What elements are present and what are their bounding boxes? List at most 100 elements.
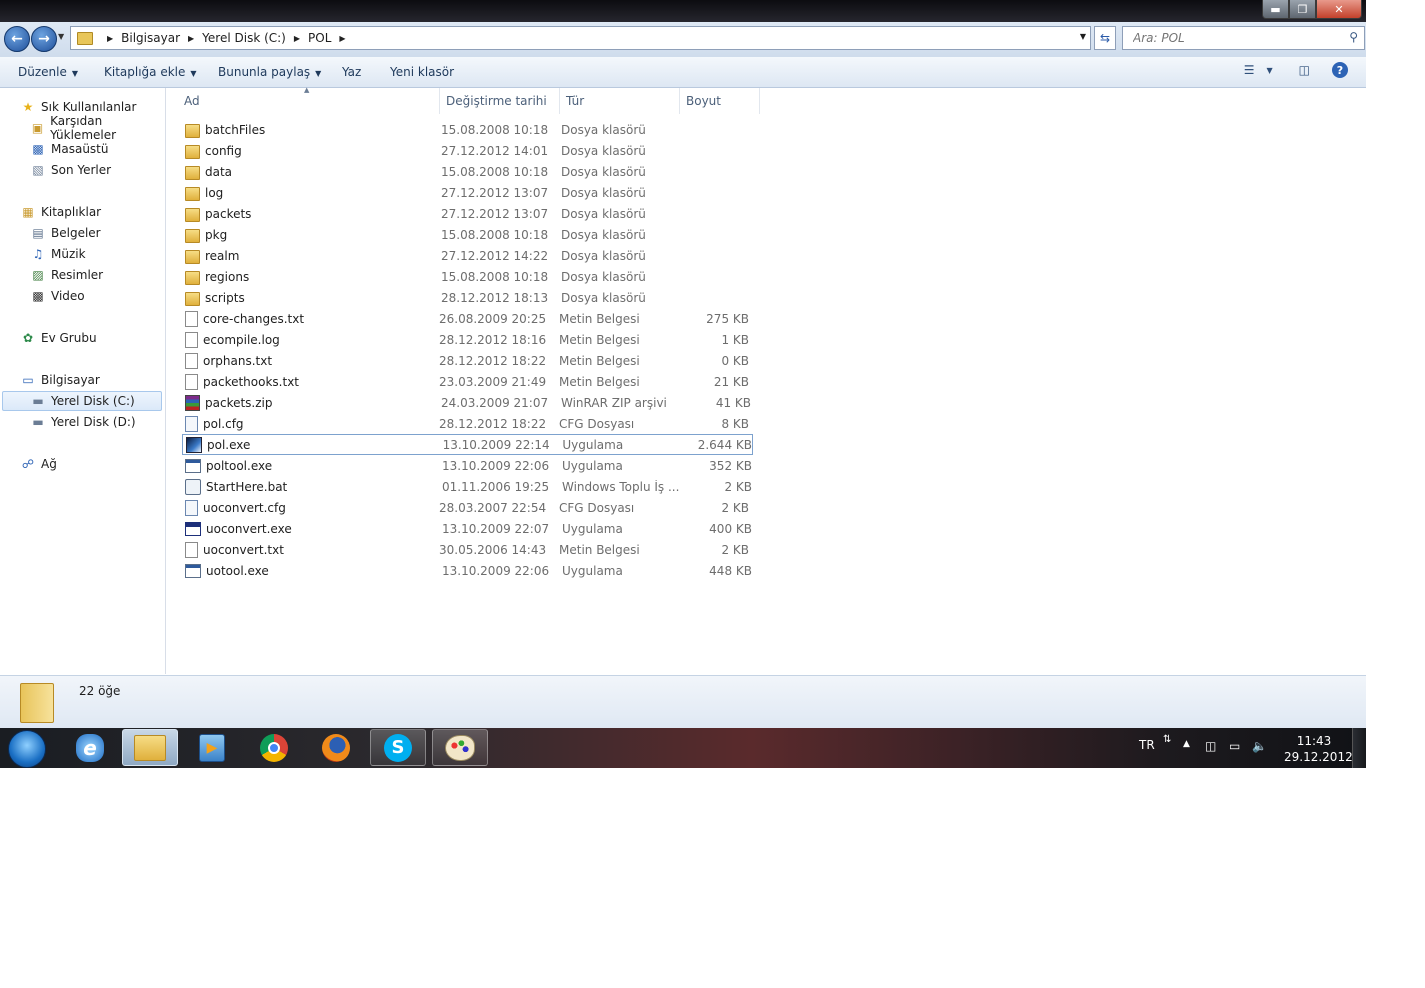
taskbar-firefox[interactable] [308,729,364,766]
start-orb-icon[interactable] [8,730,46,768]
taskbar-skype[interactable]: S [370,729,426,766]
title-bar[interactable]: ▬ ❐ ✕ [0,0,1366,22]
file-row[interactable]: realm 27.12.2012 14:22 Dosya klasörü [182,245,753,266]
refresh-button[interactable]: ⇆ [1094,26,1116,50]
minimize-button[interactable]: ▬ [1262,0,1289,19]
show-desktop-button[interactable] [1352,728,1366,768]
file-name: orphans.txt [203,353,273,368]
file-row[interactable]: scripts 28.12.2012 18:13 Dosya klasörü [182,287,753,308]
file-row[interactable]: packets 27.12.2012 13:07 Dosya klasörü [182,203,753,224]
file-row[interactable]: packets.zip 24.03.2009 21:07 WinRAR ZIP ar… [182,392,753,413]
nav-documents[interactable]: ▤ Belgeler [30,223,100,243]
file-type: Windows Toplu İş ... [562,479,680,494]
column-header-size[interactable]: Boyut [680,88,760,114]
chevron-right-icon[interactable]: ▶ [294,34,300,43]
file-row[interactable]: uotool.exe 13.10.2009 22:06 Uygulama 448 KB [182,560,753,581]
taskbar-windows-explorer[interactable] [122,729,178,766]
file-row[interactable]: ecompile.log 28.12.2012 18:16 Metin Belges… [182,329,753,350]
chevron-right-icon[interactable]: ▶ [339,34,345,43]
file-date: 28.12.2012 18:22 [439,353,547,368]
new-folder-button[interactable]: Yeni klasör [390,65,454,79]
column-header-date[interactable]: Değiştirme tarihi [440,88,560,114]
taskbar-internet-explorer[interactable]: e [62,729,118,766]
volume-icon[interactable]: 🔈 [1252,739,1267,753]
nav-videos[interactable]: ▩ Video [30,286,84,306]
file-row[interactable]: poltool.exe 13.10.2009 22:06 Uygulama 352 K… [182,455,753,476]
nav-network[interactable]: ☍ Ağ [20,454,57,474]
folder-icon [185,165,200,180]
organize-button[interactable]: Düzenle ▼ [18,65,78,79]
burn-button[interactable]: Yaz [342,65,361,79]
nav-homegroup[interactable]: ✿ Ev Grubu [20,328,97,348]
file-row[interactable]: StartHere.bat 01.11.2006 19:25 Windows Top… [182,476,753,497]
help-icon[interactable]: ? [1332,62,1348,78]
breadcrumb-computer[interactable]: Bilgisayar [121,31,180,45]
file-row[interactable]: log 27.12.2012 13:07 Dosya klasörü [182,182,753,203]
nav-desktop[interactable]: ▩ Masaüstü [30,139,108,159]
nav-music[interactable]: ♫ Müzik [30,244,86,264]
system-clock[interactable]: 11:43 29.12.2012 [1284,733,1353,765]
file-row[interactable]: config 27.12.2012 14:01 Dosya klasörü [182,140,753,161]
recent-pages-dropdown[interactable]: ▼ [58,32,64,41]
preview-pane-icon[interactable]: ◫ [1299,63,1310,77]
taskbar-chrome[interactable] [246,729,302,766]
nav-computer[interactable]: ▭ Bilgisayar [20,370,100,390]
nav-disk-c[interactable]: ▬ Yerel Disk (C:) [2,391,162,411]
show-hidden-icons-icon[interactable]: ▲ [1183,739,1190,749]
change-view-icon[interactable]: ☰ [1244,63,1255,77]
add-to-library-button[interactable]: Kitaplığa ekle ▼ [104,65,197,79]
search-input[interactable] [1131,30,1335,46]
nav-libraries[interactable]: ▦ Kitaplıklar [20,202,101,222]
file-name: pol.cfg [203,416,244,431]
safely-remove-hardware-icon[interactable]: ◫ [1205,739,1216,753]
nav-recent-places[interactable]: ▧ Son Yerler [30,160,111,180]
file-row-selected[interactable]: pol.exe 13.10.2009 22:14 Uygulama 2.644 KB [182,434,753,455]
file-date: 30.05.2006 14:43 [439,542,547,557]
file-row[interactable]: regions 15.08.2008 10:18 Dosya klasörü [182,266,753,287]
forward-button[interactable]: → [31,26,57,52]
nav-disk-d[interactable]: ▬ Yerel Disk (D:) [30,412,135,432]
taskbar-media-player[interactable]: ▶ [184,729,240,766]
file-row[interactable]: data 15.08.2008 10:18 Dosya klasörü [182,161,753,182]
file-row[interactable]: packethooks.txt 23.03.2009 21:49 Metin Bel… [182,371,753,392]
view-options-dropdown[interactable]: ▼ [1267,66,1273,75]
maximize-button[interactable]: ❐ [1289,0,1316,19]
file-name: pkg [205,227,228,242]
file-row[interactable]: uoconvert.txt 30.05.2006 14:43 Metin Belge… [182,539,753,560]
chevron-right-icon[interactable]: ▶ [107,34,113,43]
network-status-icon[interactable]: ▭ [1229,739,1240,753]
breadcrumb-pol[interactable]: POL [308,31,331,45]
file-row[interactable]: batchFiles 15.08.2008 10:18 Dosya klasörü [182,119,753,140]
file-row[interactable]: core-changes.txt 26.08.2009 20:25 Metin Be… [182,308,753,329]
file-row[interactable]: uoconvert.cfg 28.03.2007 22:54 CFG Dosyası… [182,497,753,518]
file-row[interactable]: pkg 15.08.2008 10:18 Dosya klasörü [182,224,753,245]
nav-downloads[interactable]: ▣ Karşıdan Yüklemeler [30,114,165,142]
close-button[interactable]: ✕ [1316,0,1362,19]
language-indicator[interactable]: TR [1139,738,1155,752]
text-file-icon [185,331,198,348]
computer-icon: ▭ [22,373,34,387]
breadcrumb-disk-c[interactable]: Yerel Disk (C:) [202,31,286,45]
address-history-dropdown[interactable]: ▼ [1080,32,1086,41]
column-header-type[interactable]: Tür [560,88,680,114]
file-row[interactable]: pol.cfg 28.12.2012 18:22 CFG Dosyası 8 KB [182,413,753,434]
nav-pictures[interactable]: ▨ Resimler [30,265,103,285]
file-date: 01.11.2006 19:25 [442,479,550,494]
file-type: Metin Belgesi [559,353,640,368]
application-icon [185,563,201,578]
chevron-right-icon[interactable]: ▶ [188,34,194,43]
taskbar-paint[interactable] [432,729,488,766]
file-name: config [205,143,242,158]
back-button[interactable]: ← [4,26,30,52]
documents-icon: ▤ [32,226,44,240]
file-type: Dosya klasörü [561,143,646,158]
file-row[interactable]: uoconvert.exe 13.10.2009 22:07 Uygulama 400… [182,518,753,539]
keyboard-layout-icon[interactable]: ⇅ [1163,734,1171,745]
file-row[interactable]: orphans.txt 28.12.2012 18:22 Metin Belgesi… [182,350,753,371]
search-icon[interactable]: ⚲ [1349,30,1358,44]
share-with-button[interactable]: Bununla paylaş ▼ [218,65,321,79]
folder-icon [185,270,200,285]
address-bar[interactable]: ▶ Bilgisayar ▶ Yerel Disk (C:) ▶ POL ▶ ▼ [70,26,1091,50]
folder-icon [185,144,200,159]
column-header-name[interactable]: Ad [178,88,440,114]
